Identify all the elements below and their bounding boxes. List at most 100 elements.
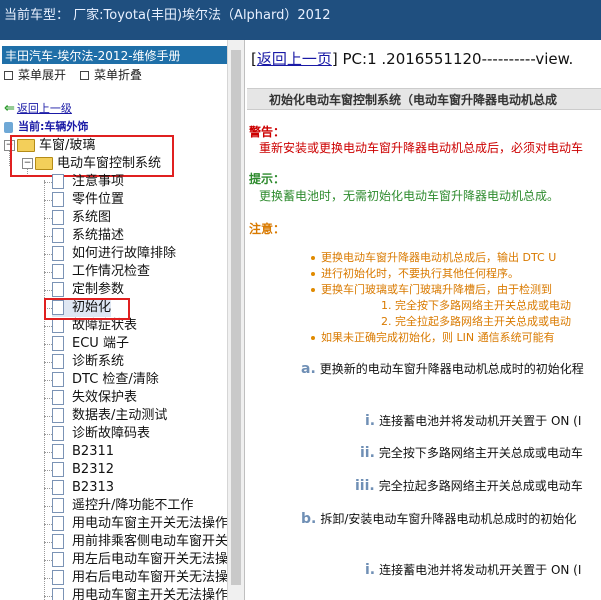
document-icon — [52, 498, 64, 513]
document-icon — [52, 210, 64, 225]
procedure-substep: i. 连接蓄电池并将发动机开关置于 ON (I — [365, 562, 582, 578]
tree-line — [44, 506, 52, 507]
tree-line — [44, 236, 52, 237]
document-icon — [52, 444, 64, 459]
tree-item-label: 诊断故障码表 — [72, 426, 151, 441]
location-icon — [4, 121, 13, 133]
tree-line — [44, 416, 52, 417]
tree-item-label: ECU 端子 — [72, 336, 129, 351]
bullet-dot — [311, 272, 315, 276]
tree-item-label: 遥控升/降功能不工作 — [72, 498, 194, 513]
tree-line — [44, 272, 52, 273]
tree-line — [44, 542, 52, 543]
back-up-link[interactable]: ⇐ 返回上一级 — [4, 100, 72, 116]
tree-item[interactable]: 零件位置 — [52, 191, 124, 209]
tree-item-label: 用电动车窗主开关无法操作 — [72, 516, 229, 531]
tree-item[interactable]: 系统描述 — [52, 227, 124, 245]
document-icon — [52, 462, 64, 477]
note-subitem: 2. 完全拉起多路网络主开关总成或电动 — [381, 315, 571, 328]
tree-item[interactable]: B2312 — [52, 461, 114, 479]
note-bullet: 如果未正确完成初始化，则 LIN 通信系统可能有 — [311, 329, 555, 345]
tree-item[interactable]: 用前排乘客侧电动车窗开关 — [52, 533, 228, 551]
tree-item-label: DTC 检查/清除 — [72, 372, 159, 387]
document-icon — [52, 516, 64, 531]
sidebar-scroll-thumb[interactable] — [231, 50, 241, 585]
tree-item-label: 故障症状表 — [72, 318, 138, 333]
tree-line — [44, 488, 52, 489]
tree-item[interactable]: 用电动车窗主开关无法操作 — [52, 587, 228, 600]
sidebar: 丰田汽车-埃尔法-2012-维修手册 菜单展开 菜单折叠 ⇐ 返回上一级 当前:车… — [0, 40, 245, 600]
collapse-icon — [80, 71, 89, 80]
note-label: 注意： — [249, 222, 286, 236]
tree-line — [44, 434, 52, 435]
note-bullet: 更换车门玻璃或车门玻璃升降槽后，由于检测到 — [311, 281, 552, 297]
procedure-substep: iii. 完全拉起多路网络主开关总成或电动车 — [355, 478, 583, 494]
tree-line — [44, 200, 52, 201]
tree-item-label: 定制参数 — [72, 282, 125, 297]
tree-item[interactable]: 工作情况检查 — [52, 263, 150, 281]
tree-item[interactable]: 如何进行故障排除 — [52, 245, 176, 263]
tree-line — [44, 470, 52, 471]
document-icon — [52, 192, 64, 207]
section-banner: 初始化电动车窗控制系统（电动车窗升降器电动机总成 — [247, 88, 601, 110]
tree-line — [44, 254, 52, 255]
procedure-step-a: a. 更换新的电动车窗升降器电动机总成时的初始化程 — [301, 361, 584, 377]
tree-item[interactable]: 诊断故障码表 — [52, 425, 150, 443]
sidebar-header-text: 丰田汽车-埃尔法-2012-维修手册 — [5, 49, 181, 63]
tree-item[interactable]: B2313 — [52, 479, 114, 497]
document-icon — [52, 318, 64, 333]
tree-item[interactable]: 用电动车窗主开关无法操作 — [52, 515, 228, 533]
tree-item-label: B2313 — [72, 480, 115, 495]
note-bullet: 更换电动车窗升降器电动机总成后，输出 DTC U — [311, 249, 556, 265]
title-bar: 当前车型： 厂家:Toyota(丰田)埃尔法（Alphard）2012 — [0, 0, 601, 40]
note-subitem: 1. 完全按下多路网络主开关总成或电动 — [381, 299, 571, 312]
back-up-label[interactable]: 返回上一级 — [17, 102, 72, 115]
expand-all-button[interactable]: 菜单展开 — [4, 66, 66, 83]
procedure-step-b: b. 拆卸/安装电动车窗升降器电动机总成时的初始化 — [301, 511, 577, 527]
bullet-dot — [311, 256, 315, 260]
tree-item-label: 工作情况检查 — [72, 264, 151, 279]
sidebar-scrollbar[interactable] — [227, 40, 244, 600]
tree-line — [44, 452, 52, 453]
tree-item[interactable]: 失效保护表 — [52, 389, 137, 407]
expand-icon — [4, 71, 13, 80]
tree-line — [44, 596, 52, 597]
document-icon — [52, 570, 64, 585]
tree-item[interactable]: ECU 端子 — [52, 335, 129, 353]
tree-item-label: B2312 — [72, 462, 115, 477]
tree-item-label: 零件位置 — [72, 192, 125, 207]
document-icon — [52, 408, 64, 423]
tree-line — [44, 180, 45, 600]
tree-item[interactable]: 诊断系统 — [52, 353, 124, 371]
tree-item[interactable]: 注意事项 — [52, 173, 124, 191]
tree-item[interactable]: 数据表/主动测试 — [52, 407, 167, 425]
tree-item-label: B2311 — [72, 444, 115, 459]
document-icon — [52, 426, 64, 441]
tree-item[interactable]: 定制参数 — [52, 281, 124, 299]
back-arrow-icon: ⇐ — [4, 101, 15, 116]
tree-item[interactable]: 用右后电动车窗开关无法操 — [52, 569, 228, 587]
tree-line — [44, 560, 52, 561]
back-page-link[interactable]: 返回上一页 — [257, 50, 332, 68]
section-title: 初始化电动车窗控制系统（电动车窗升降器电动机总成 — [269, 93, 558, 107]
tree-item[interactable]: 遥控升/降功能不工作 — [52, 497, 193, 515]
tree-line — [44, 326, 52, 327]
procedure-substep: ii. 完全按下多路网络主开关总成或电动车 — [360, 445, 583, 461]
current-location-text: 当前:车辆外饰 — [18, 120, 89, 133]
tree-line — [44, 218, 52, 219]
document-icon — [52, 390, 64, 405]
tree-item[interactable]: DTC 检查/清除 — [52, 371, 159, 389]
hint-text: 更换蓄电池时，无需初始化电动车窗升降器电动机总成。 — [259, 189, 560, 203]
hint-label: 提示： — [249, 172, 286, 186]
tree-item-label: 用左后电动车窗开关无法操 — [72, 552, 229, 567]
bullet-dot — [311, 336, 315, 340]
tree-item[interactable]: B2311 — [52, 443, 114, 461]
tree-item-label: 如何进行故障排除 — [72, 246, 177, 261]
tree-line — [44, 380, 52, 381]
collapse-all-button[interactable]: 菜单折叠 — [80, 66, 142, 83]
tree-item[interactable]: 系统图 — [52, 209, 111, 227]
highlight-box-selected — [44, 298, 130, 320]
document-icon — [52, 282, 64, 297]
tree-item[interactable]: 用左后电动车窗开关无法操 — [52, 551, 228, 569]
tree-item-label: 数据表/主动测试 — [72, 408, 168, 423]
